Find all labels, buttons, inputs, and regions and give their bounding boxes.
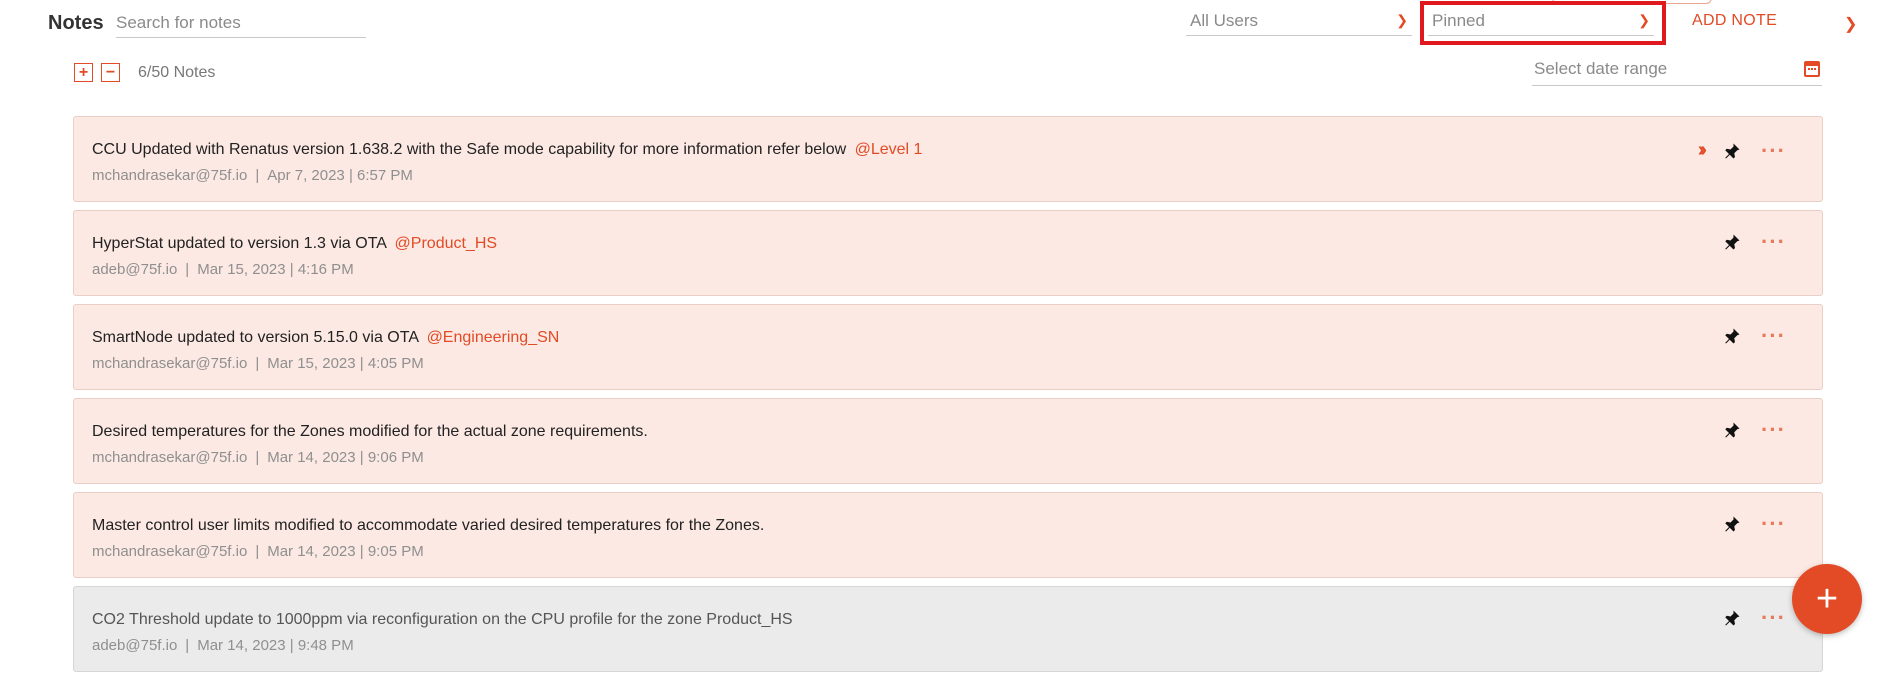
note-author: adeb@75f.io: [92, 637, 178, 654]
note-date: Mar 14, 2023 | 9:48 PM: [197, 637, 354, 654]
note-author: mchandrasekar@75f.io: [92, 167, 248, 184]
note-tag[interactable]: @Level 1: [855, 141, 923, 158]
page-title: Notes: [48, 12, 104, 34]
notes-count: 6/50 Notes: [138, 63, 216, 81]
note-card[interactable]: HyperStat updated to version 1.3 via OTA…: [73, 210, 1823, 296]
pin-icon[interactable]: [1723, 142, 1741, 160]
note-text: CO2 Threshold update to 1000ppm via reco…: [92, 611, 793, 628]
note-tag[interactable]: @Engineering_SN: [427, 329, 560, 346]
more-horizontal-icon[interactable]: ···: [1761, 513, 1786, 535]
users-filter-select[interactable]: All Users ❯: [1186, 6, 1412, 36]
note-author: adeb@75f.io: [92, 261, 178, 278]
note-actions: ···: [1723, 231, 1786, 253]
search-input[interactable]: [116, 8, 366, 38]
more-horizontal-icon[interactable]: ···: [1761, 325, 1786, 347]
note-actions: ···: [1723, 419, 1786, 441]
notes-toolbar: + − 6/50 Notes: [74, 63, 215, 82]
pin-icon[interactable]: [1723, 609, 1741, 627]
fab-add-button[interactable]: +: [1792, 564, 1862, 634]
note-card[interactable]: CO2 Threshold update to 1000ppm via reco…: [73, 586, 1823, 672]
more-horizontal-icon[interactable]: ···: [1761, 139, 1786, 161]
note-meta: mchandrasekar@75f.io | Mar 14, 2023 | 9:06…: [92, 449, 424, 466]
date-range-picker[interactable]: Select date range: [1532, 52, 1822, 86]
double-chevron-right-icon[interactable]: ››: [1698, 139, 1708, 162]
collapse-all-button[interactable]: −: [101, 63, 120, 82]
note-card[interactable]: Master control user limits modified to a…: [73, 492, 1823, 578]
note-date: Apr 7, 2023 | 6:57 PM: [267, 167, 413, 184]
users-filter-value: All Users: [1190, 10, 1259, 30]
note-author: mchandrasekar@75f.io: [92, 543, 248, 560]
note-author: mchandrasekar@75f.io: [92, 449, 248, 466]
note-actions: ···: [1723, 513, 1786, 535]
more-horizontal-icon[interactable]: ···: [1761, 607, 1786, 629]
add-note-button[interactable]: ADD NOTE: [1692, 12, 1777, 30]
note-tag[interactable]: @Product_HS: [395, 235, 498, 252]
note-meta: adeb@75f.io | Mar 14, 2023 | 9:48 PM: [92, 637, 354, 654]
note-text: CCU Updated with Renatus version 1.638.2…: [92, 141, 923, 158]
pin-icon[interactable]: [1723, 515, 1741, 533]
chevron-down-icon[interactable]: ❯: [1844, 14, 1857, 34]
note-text: Desired temperatures for the Zones modif…: [92, 423, 648, 440]
note-text: SmartNode updated to version 5.15.0 via …: [92, 329, 560, 346]
note-actions: ···: [1723, 325, 1786, 347]
pin-icon[interactable]: [1723, 327, 1741, 345]
note-date: Mar 15, 2023 | 4:16 PM: [197, 261, 354, 278]
note-card[interactable]: Desired temperatures for the Zones modif…: [73, 398, 1823, 484]
expand-all-button[interactable]: +: [74, 63, 93, 82]
note-meta: mchandrasekar@75f.io | Apr 7, 2023 | 6:57 …: [92, 167, 413, 184]
note-actions: ···: [1723, 607, 1786, 629]
note-card[interactable]: SmartNode updated to version 5.15.0 via …: [73, 304, 1823, 390]
date-range-placeholder: Select date range: [1534, 58, 1668, 78]
chevron-down-icon: ❯: [1396, 12, 1408, 28]
note-date: Mar 14, 2023 | 9:06 PM: [267, 449, 424, 466]
note-card[interactable]: CCU Updated with Renatus version 1.638.2…: [73, 116, 1823, 202]
pin-icon[interactable]: [1723, 421, 1741, 439]
calendar-icon: [1804, 60, 1820, 77]
note-meta: mchandrasekar@75f.io | Mar 14, 2023 | 9:05…: [92, 543, 424, 560]
pin-icon[interactable]: [1723, 233, 1741, 251]
note-meta: mchandrasekar@75f.io | Mar 15, 2023 | 4:05…: [92, 355, 424, 372]
more-horizontal-icon[interactable]: ···: [1761, 231, 1786, 253]
note-date: Mar 14, 2023 | 9:05 PM: [267, 543, 424, 560]
note-actions: ›› ···: [1698, 139, 1786, 162]
highlight-box: [1420, 1, 1666, 45]
note-date: Mar 15, 2023 | 4:05 PM: [267, 355, 424, 372]
note-text: HyperStat updated to version 1.3 via OTA…: [92, 235, 498, 252]
notes-list: CCU Updated with Renatus version 1.638.2…: [73, 116, 1823, 678]
note-author: mchandrasekar@75f.io: [92, 355, 248, 372]
note-meta: adeb@75f.io | Mar 15, 2023 | 4:16 PM: [92, 261, 354, 278]
note-text: Master control user limits modified to a…: [92, 517, 765, 534]
notes-header: Notes All Users ❯ Pinned ❯ ADD NOTE ❯: [0, 0, 1902, 50]
more-horizontal-icon[interactable]: ···: [1761, 419, 1786, 441]
